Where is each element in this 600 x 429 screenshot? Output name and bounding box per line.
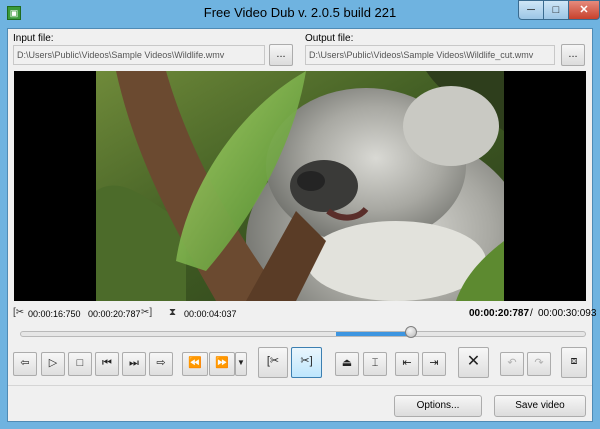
hourglass-icon: ⧗ xyxy=(169,307,177,318)
selection-end-icon: ✂] xyxy=(141,307,153,318)
next-frame-button[interactable]: ⇨ xyxy=(149,352,173,376)
selection-duration-time: 00:00:04:037 xyxy=(184,309,237,319)
redo-icon: ↷ xyxy=(534,357,544,369)
stop-icon: □ xyxy=(76,357,84,369)
go-selection-start-button[interactable]: ⇤ xyxy=(395,352,419,376)
total-duration-time: 00:00:30:093 xyxy=(538,308,597,319)
output-file-field[interactable]: D:\Users\Public\Videos\Sample Videos\Wil… xyxy=(305,45,555,65)
undo-icon: ↶ xyxy=(507,357,517,369)
fullscreen-icon: ⧈ xyxy=(570,355,578,367)
play-button[interactable]: ▷ xyxy=(41,352,65,376)
redo-button[interactable]: ↷ xyxy=(527,352,551,376)
input-file-field[interactable]: D:\Users\Public\Videos\Sample Videos\Wil… xyxy=(13,45,265,65)
seek-selection-range xyxy=(336,332,412,336)
dropdown-arrow-icon: ▼ xyxy=(237,358,245,367)
go-selection-start-icon: ⇤ xyxy=(402,357,412,369)
go-selection-end-icon: ⇥ xyxy=(429,357,439,369)
keyframe-button[interactable]: ⏏ xyxy=(335,352,359,376)
keyframe-icon: ⏏ xyxy=(341,357,353,369)
delete-selection-button[interactable]: ✕ xyxy=(458,347,489,378)
jump-end-button[interactable]: ⏩ xyxy=(209,352,235,376)
jump-end-icon: ⏩ xyxy=(215,357,229,369)
cut-start-icon: [✂ xyxy=(266,355,280,367)
selection-start-time: 00:00:16:750 xyxy=(28,309,81,319)
play-icon: ▷ xyxy=(48,357,58,369)
divider xyxy=(8,385,592,386)
prev-marker-icon: ⏮ xyxy=(102,357,112,369)
split-icon: ⌶ xyxy=(371,357,379,369)
current-position-time: 00:00:20:787 xyxy=(469,308,530,319)
jump-start-icon: ⏪ xyxy=(188,357,202,369)
jump-dropdown-button[interactable]: ▼ xyxy=(235,352,247,376)
window-title: Free Video Dub v. 2.0.5 build 221 xyxy=(203,5,397,20)
seek-slider-thumb[interactable] xyxy=(404,326,417,338)
cut-start-button[interactable]: [✂ xyxy=(258,347,288,378)
minimize-button[interactable]: ─ xyxy=(518,0,544,20)
next-frame-icon: ⇨ xyxy=(156,357,166,369)
title-bar[interactable]: ▣ Free Video Dub v. 2.0.5 build 221 ─ □ … xyxy=(0,0,600,28)
go-selection-end-button[interactable]: ⇥ xyxy=(422,352,446,376)
jump-start-button[interactable]: ⏪ xyxy=(182,352,208,376)
split-button[interactable]: ⌶ xyxy=(363,352,387,376)
seek-slider[interactable] xyxy=(20,331,586,337)
prev-frame-icon: ⇦ xyxy=(20,357,30,369)
input-file-label: Input file: xyxy=(13,33,54,44)
input-browse-button[interactable]: ... xyxy=(269,44,293,66)
client-area: Input file: D:\Users\Public\Videos\Sampl… xyxy=(7,28,597,422)
next-marker-button[interactable]: ⏭ xyxy=(122,352,146,376)
stop-button[interactable]: □ xyxy=(68,352,92,376)
cut-end-icon: ✂] xyxy=(300,355,313,367)
fullscreen-button[interactable]: ⧈ xyxy=(561,347,587,378)
video-preview[interactable] xyxy=(14,71,586,301)
output-browse-button[interactable]: ... xyxy=(561,44,585,66)
video-frame-koala xyxy=(96,71,504,301)
prev-frame-button[interactable]: ⇦ xyxy=(13,352,37,376)
delete-selection-icon: ✕ xyxy=(466,353,481,370)
selection-end-time: 00:00:20:787 xyxy=(88,309,141,319)
undo-button[interactable]: ↶ xyxy=(500,352,524,376)
close-button[interactable]: ✕ xyxy=(568,0,600,20)
save-video-button[interactable]: Save video xyxy=(494,395,586,417)
selection-start-icon: [✂ xyxy=(13,307,25,318)
output-file-label: Output file: xyxy=(305,33,354,44)
app-window: ▣ Free Video Dub v. 2.0.5 build 221 ─ □ … xyxy=(0,0,600,429)
position-separator: / xyxy=(530,308,533,319)
prev-marker-button[interactable]: ⏮ xyxy=(95,352,119,376)
options-button[interactable]: Options... xyxy=(394,395,482,417)
cut-end-button[interactable]: ✂] xyxy=(291,347,322,378)
next-marker-icon: ⏭ xyxy=(129,357,139,369)
maximize-button[interactable]: □ xyxy=(543,0,569,20)
